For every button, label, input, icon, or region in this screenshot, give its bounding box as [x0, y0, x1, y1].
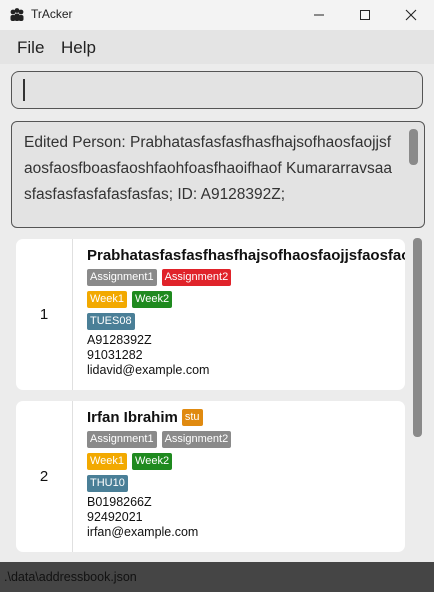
person-phone: 92492021	[87, 510, 143, 524]
person-id: A9128392Z	[87, 333, 152, 347]
role-tag: stu	[181, 409, 203, 426]
result-text: Edited Person: Prabhatasfasfasfhasfhajso…	[24, 134, 392, 203]
person-id: B0198266Z	[87, 495, 152, 509]
person-phone: 91031282	[87, 348, 143, 362]
menu-help[interactable]: Help	[61, 38, 96, 58]
app-logo-icon	[10, 8, 24, 21]
week-tags: Week1 Week2	[87, 453, 405, 470]
person-index: 1	[16, 239, 73, 390]
minimize-button[interactable]	[296, 0, 342, 30]
tutorial-tag: TUES08	[87, 313, 135, 330]
week-tag: Week2	[132, 291, 173, 308]
menu-bar: File Help	[0, 30, 434, 64]
week-tag: Week2	[132, 453, 173, 470]
result-scrollbar[interactable]	[409, 129, 418, 165]
result-display[interactable]: Edited Person: Prabhatasfasfasfhasfhajso…	[11, 121, 425, 228]
maximize-icon	[360, 10, 370, 20]
assignment-tag: Assignment1	[87, 431, 157, 448]
person-card[interactable]: 1 Prabhatasfasfasfhasfhajsofhaosfaojjsfa…	[16, 239, 405, 390]
assignment-tags: Assignment1 Assignment2	[87, 431, 405, 448]
tutorial-tag: THU10	[87, 475, 128, 492]
person-email: lidavid@example.com	[87, 363, 210, 377]
title-bar: TrAcker	[0, 0, 434, 30]
week-tags: Week1 Week2	[87, 291, 405, 308]
week-tag: Week1	[87, 453, 128, 470]
person-list[interactable]: 1 Prabhatasfasfasfhasfhajsofhaosfaojjsfa…	[10, 233, 424, 558]
person-index: 2	[16, 401, 73, 552]
maximize-button[interactable]	[342, 0, 388, 30]
assignment-tag: Assignment2	[161, 269, 232, 286]
assignment-tag: Assignment2	[161, 431, 232, 448]
window-title: TrAcker	[31, 7, 73, 21]
minimize-icon	[314, 14, 324, 16]
menu-file[interactable]: File	[17, 38, 44, 58]
person-name: Irfan Ibrahim	[87, 409, 178, 426]
status-bar: .\data\addressbook.json	[0, 562, 434, 592]
assignment-tag: Assignment1	[87, 269, 157, 286]
close-button[interactable]	[388, 0, 434, 30]
close-icon	[405, 9, 417, 21]
text-caret	[23, 79, 25, 101]
person-email: irfan@example.com	[87, 525, 199, 539]
command-input[interactable]	[11, 71, 423, 109]
list-scrollbar[interactable]	[413, 238, 422, 437]
person-card[interactable]: 2 Irfan Ibrahim stu Assignment1 Assignme…	[16, 401, 405, 552]
save-location: .\data\addressbook.json	[4, 570, 137, 584]
week-tag: Week1	[87, 291, 128, 308]
person-name: Prabhatasfasfasfhasfhajsofhaosfaojjsfaos…	[87, 247, 405, 264]
assignment-tags: Assignment1 Assignment2	[87, 269, 405, 286]
